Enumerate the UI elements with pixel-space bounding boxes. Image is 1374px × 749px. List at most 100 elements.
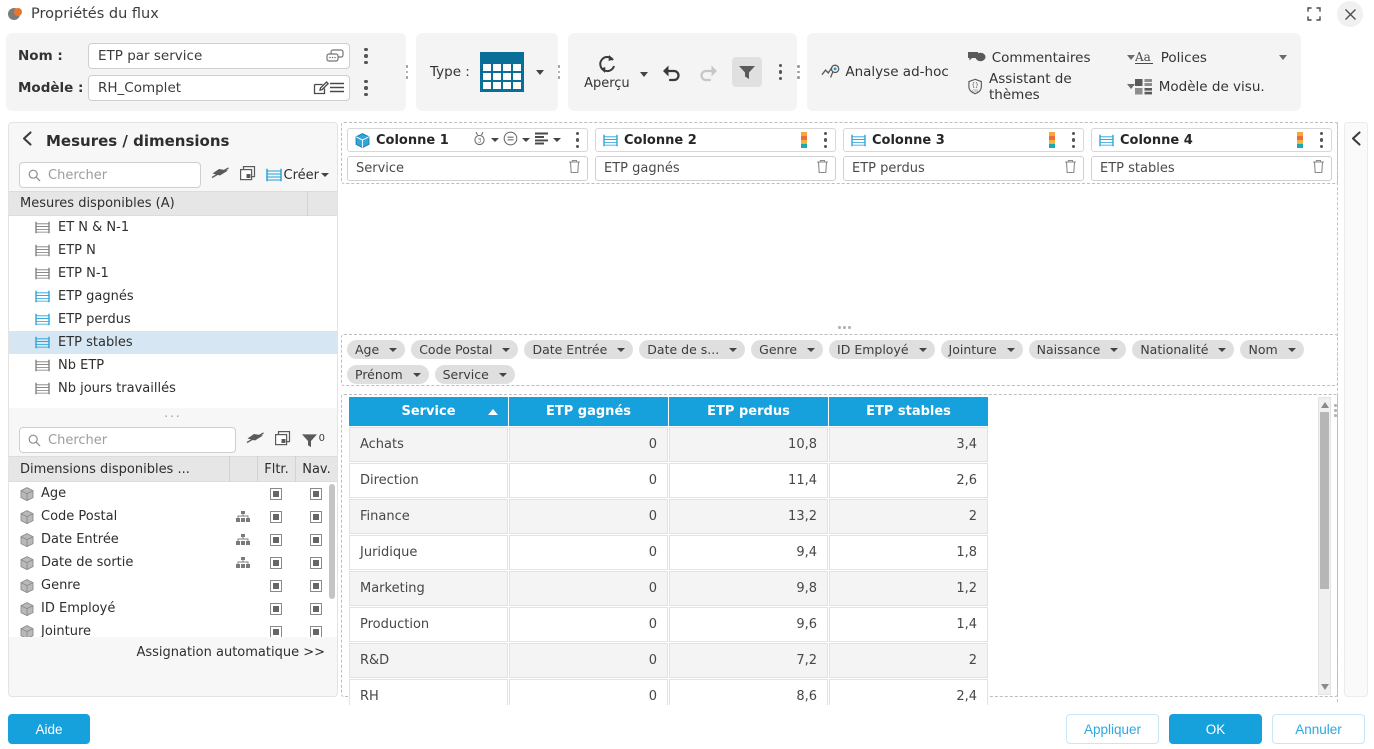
dimension-filter-cell[interactable] (257, 556, 295, 569)
checkbox-icon[interactable] (270, 487, 282, 500)
comments-caret[interactable] (1126, 55, 1135, 60)
align-caret[interactable] (552, 138, 561, 142)
dimension-hierarchy-cell[interactable] (229, 510, 257, 523)
cancel-button[interactable]: Annuler (1272, 714, 1365, 744)
chevron-down-icon[interactable] (918, 347, 927, 352)
create-measure-button[interactable]: Créer (265, 168, 329, 183)
auto-assign-link[interactable]: Assignation automatique >> (9, 637, 337, 660)
dimension-item[interactable]: Genre (9, 574, 337, 597)
dimensions-scrollbar[interactable] (329, 484, 335, 599)
name-input[interactable]: ETP par service (88, 43, 350, 69)
chevron-left-icon[interactable] (1345, 131, 1367, 151)
dimension-chip[interactable]: Age (347, 340, 406, 359)
column-menu-button[interactable] (821, 129, 831, 152)
table-cell-service[interactable]: Achats (349, 427, 508, 462)
dimension-chip[interactable]: Genre (751, 340, 824, 359)
table-cell-value[interactable]: 9,4 (669, 535, 828, 570)
chevron-down-icon[interactable] (1218, 347, 1227, 352)
column-header[interactable]: Colonne 1 3 (347, 128, 588, 152)
chevron-down-icon[interactable] (1110, 347, 1119, 352)
chevron-down-icon[interactable] (617, 347, 626, 352)
chevron-left-icon[interactable] (21, 131, 34, 151)
dimension-chip[interactable]: Jointure (940, 340, 1023, 359)
checkbox-icon[interactable] (270, 556, 282, 569)
column-value-box[interactable]: ETP perdus (843, 156, 1084, 181)
dimension-chips-zone[interactable]: Age Code Postal Date Entrée Date de s... Gen… (341, 334, 1338, 386)
dimension-chip[interactable]: Date de s... (639, 340, 746, 359)
dimension-chips[interactable]: Age Code Postal Date Entrée Date de s... Gen… (347, 340, 1332, 384)
dimensions-list[interactable]: Age Code Postal Date Entrée Date de sortie G… (9, 482, 337, 637)
close-icon[interactable] (1337, 1, 1363, 27)
fonts-button[interactable]: Aa Polices (1134, 47, 1287, 69)
table-column-header[interactable]: Service (349, 397, 508, 426)
table-cell-value[interactable]: 0 (509, 427, 668, 462)
table-cell-service[interactable]: Finance (349, 499, 508, 534)
rank-caret[interactable] (490, 138, 499, 142)
table-cell-value[interactable]: 11,4 (669, 463, 828, 498)
table-column-header[interactable]: ETP gagnés (509, 397, 668, 426)
preview-dropdown-caret[interactable] (639, 71, 648, 77)
checkbox-icon[interactable] (310, 625, 322, 637)
measure-item[interactable]: ET N & N-1 (9, 216, 337, 239)
column-delete-button[interactable] (1064, 159, 1077, 178)
column-delete-button[interactable] (816, 159, 829, 178)
checkbox-icon[interactable] (270, 602, 282, 615)
table-cell-value[interactable]: 2,6 (829, 463, 988, 498)
preview-button[interactable]: Aperçu (580, 53, 634, 91)
table-cell-service[interactable]: Marketing (349, 571, 508, 606)
checkbox-icon[interactable] (310, 487, 322, 500)
aggregate-caret[interactable] (521, 138, 530, 142)
edit-icon[interactable] (313, 80, 329, 96)
chevron-down-icon[interactable] (807, 347, 816, 352)
dimension-filter-cell[interactable] (257, 533, 295, 546)
table-cell-value[interactable]: 0 (509, 643, 668, 678)
table-cell-value[interactable]: 0 (509, 499, 668, 534)
dimension-filter-cell[interactable] (257, 625, 295, 637)
measure-item[interactable]: ETP gagnés (9, 285, 337, 308)
dimension-item[interactable]: ID Employé (9, 597, 337, 620)
table-grid-icon[interactable] (479, 52, 524, 92)
column-value-box[interactable]: Service (347, 156, 588, 181)
duplicate-icon[interactable] (239, 165, 256, 185)
checkbox-icon[interactable] (310, 533, 322, 546)
dimension-chip[interactable]: Code Postal (411, 340, 519, 359)
table-cell-value[interactable]: 0 (509, 571, 668, 606)
column-header[interactable]: Colonne 4 (1091, 128, 1332, 152)
chevron-down-icon[interactable] (389, 347, 398, 352)
table-cell-value[interactable]: 3,4 (829, 427, 988, 462)
name-menu-button[interactable] (361, 45, 371, 68)
chevron-down-icon[interactable] (412, 372, 421, 377)
measures-search-input[interactable]: Chercher (19, 162, 201, 188)
table-cell-service[interactable]: Direction (349, 463, 508, 498)
table-cell-service[interactable]: Juridique (349, 535, 508, 570)
chevron-down-icon[interactable] (1287, 347, 1296, 352)
column-definition[interactable]: Colonne 1 3 Service (347, 128, 588, 183)
dimension-item[interactable]: Date Entrée (9, 528, 337, 551)
undo-icon[interactable] (656, 57, 686, 87)
measures-list[interactable]: ET N & N-1 ETP N ETP N-1 ETP gagnés ETP perd… (9, 216, 337, 408)
table-cell-value[interactable]: 1,2 (829, 571, 988, 606)
hide-icon[interactable] (211, 166, 230, 184)
checkbox-icon[interactable] (310, 602, 322, 615)
theme-assistant-caret[interactable] (1126, 84, 1135, 89)
table-row[interactable]: Direction 0 11,4 2,6 (349, 463, 988, 498)
table-row[interactable]: Finance 0 13,2 2 (349, 499, 988, 534)
checkbox-icon[interactable] (310, 579, 322, 592)
fonts-caret[interactable] (1278, 55, 1287, 60)
dimensions-filter-button[interactable]: 0 (301, 433, 325, 448)
table-cell-value[interactable]: 7,2 (669, 643, 828, 678)
checkbox-icon[interactable] (270, 510, 282, 523)
preview-table[interactable]: Service ETP gagnés ETP perdus ETP stables A… (348, 396, 989, 749)
trash-icon[interactable] (568, 159, 581, 174)
table-cell-value[interactable]: 2 (829, 643, 988, 678)
rank-icon[interactable]: 3 (472, 131, 487, 150)
dimension-hierarchy-cell[interactable] (229, 556, 257, 569)
measure-item[interactable]: ETP N (9, 239, 337, 262)
visual-template-button[interactable]: Modèle de visu. (1134, 76, 1287, 98)
model-input[interactable]: RH_Complet (88, 75, 350, 101)
preview-more-button[interactable] (776, 61, 786, 84)
dimension-filter-cell[interactable] (257, 510, 295, 523)
table-row[interactable]: Production 0 9,6 1,4 (349, 607, 988, 642)
scroll-down-arrow[interactable] (1321, 684, 1329, 690)
dimension-item[interactable]: Date de sortie (9, 551, 337, 574)
